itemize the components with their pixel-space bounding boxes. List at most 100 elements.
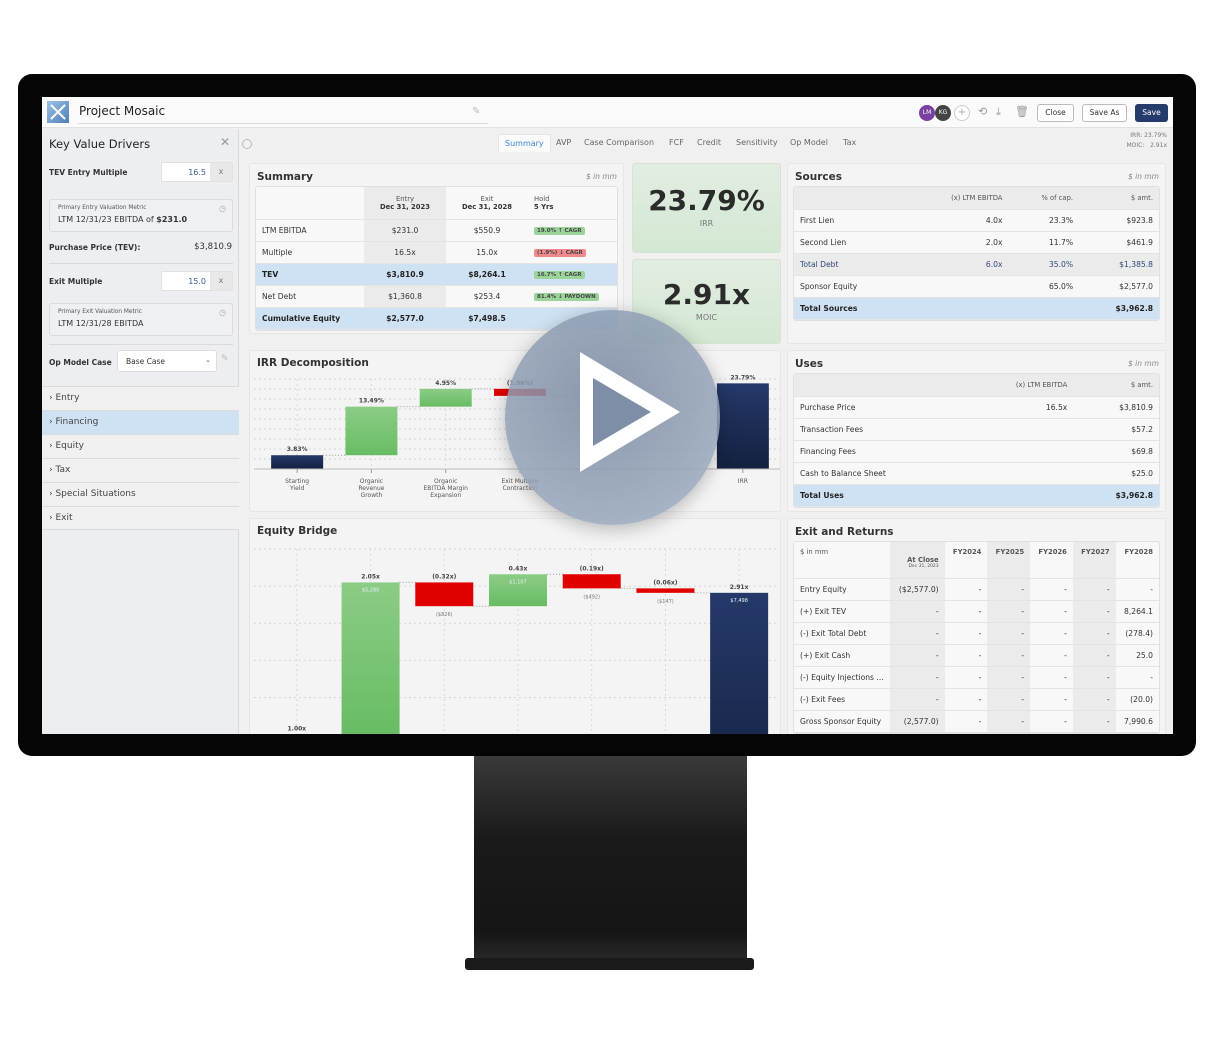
bar-label: 23.79% <box>730 374 755 381</box>
bar-label: (0.06x) <box>653 579 677 586</box>
column-header: (x) LTM EBITDA <box>963 374 1074 397</box>
tab-sensitivity[interactable]: Sensitivity <box>736 138 778 147</box>
cell-value: - <box>944 688 988 711</box>
exit-returns-row: (+) Exit Cash - - - - -25.0 <box>794 644 1159 667</box>
cell-value: - <box>1072 710 1116 733</box>
tev-entry-value[interactable]: 16.5 <box>188 168 206 177</box>
uses-row: Total Uses $3,962.8 <box>794 484 1159 507</box>
row-label: Multiple <box>256 241 364 264</box>
cell-value: - <box>1030 710 1073 733</box>
x-tick-label: Organic Revenue Growth <box>358 478 384 499</box>
tab-avp[interactable]: AVP <box>556 138 571 147</box>
section-exit[interactable]: › Exit <box>42 506 239 530</box>
history-icon[interactable]: ⟲ <box>978 105 987 118</box>
summary-title: Summary <box>257 171 314 183</box>
avatar-kg[interactable]: KG <box>935 105 951 121</box>
row-label: Second Lien <box>794 231 907 254</box>
add-user-icon[interactable]: + <box>954 105 970 121</box>
close-button[interactable]: Close <box>1037 104 1074 122</box>
cell-value: 25.0 <box>1115 644 1159 667</box>
save-button[interactable]: Save <box>1135 104 1168 122</box>
tab-case-comparison[interactable]: Case Comparison <box>584 138 654 147</box>
entry-value: $231.0 <box>364 219 446 242</box>
tab-tax[interactable]: Tax <box>843 138 856 147</box>
op-model-case-select[interactable]: Base Case ⌄ <box>117 350 217 372</box>
sources-unit: $ in mm <box>1128 172 1159 181</box>
section-equity[interactable]: › Equity <box>42 434 239 458</box>
download-icon[interactable]: ⤓ <box>996 105 1001 119</box>
cell-value: - <box>1030 688 1073 711</box>
x-tick-label: Starting Yield <box>285 478 309 492</box>
uses-unit: $ in mm <box>1128 359 1159 368</box>
row-label: (-) Exit Fees <box>794 688 890 711</box>
bar-label: 3.83% <box>287 446 308 453</box>
sources-header-row: (x) LTM EBITDA% of cap. $ amt. <box>794 187 1159 210</box>
edit-title-icon[interactable]: ✎ <box>472 106 480 117</box>
entry-metric-box[interactable]: Primary Entry Valuation Metric LTM 12/31… <box>49 199 233 232</box>
change-badge: (1.9%) ↓ CAGR <box>534 249 586 257</box>
exit-metric-box[interactable]: Primary Exit Valuation Metric LTM 12/31/… <box>49 303 233 336</box>
exit-multiple-input[interactable]: 15.0 x <box>161 271 233 291</box>
cell-value: 4.0x <box>906 209 1009 232</box>
clock-icon[interactable]: ◷ <box>219 204 226 213</box>
project-title[interactable]: Project Mosaic <box>79 104 165 118</box>
change-badge: 16.7% ↑ CAGR <box>534 271 585 279</box>
cell-value: - <box>1072 622 1116 645</box>
tab-op-model[interactable]: Op Model <box>790 138 828 147</box>
bar-sublabel: $5,280 <box>362 587 380 593</box>
row-label: Net Debt <box>256 285 364 308</box>
tev-entry-input[interactable]: 16.5 x <box>161 162 233 182</box>
exit-value: $550.9 <box>446 219 528 242</box>
sources-row: Second Lien 2.0x 11.7% $461.9 <box>794 231 1159 254</box>
exit-multiple-value[interactable]: 15.0 <box>188 277 206 286</box>
cell-value: $461.9 <box>1079 231 1159 254</box>
monitor-foot <box>465 958 754 970</box>
section-entry[interactable]: › Entry <box>42 386 239 410</box>
avatar-lm[interactable]: LM <box>919 105 935 121</box>
save-as-button[interactable]: Save As <box>1082 104 1127 122</box>
tab-summary[interactable]: Summary <box>498 134 551 152</box>
cell-value: - <box>1072 666 1116 689</box>
op-model-case-label: Op Model Case <box>49 358 112 367</box>
row-label: Gross Sponsor Equity <box>794 710 890 733</box>
sources-row: Total Sources $3,962.8 <box>794 297 1159 320</box>
summary-row: Multiple 16.5x 15.0x (1.9%) ↓ CAGR <box>256 241 617 264</box>
close-panel-icon[interactable]: ✕ <box>220 135 230 149</box>
tab-fcf[interactable]: FCF <box>669 138 684 147</box>
clear-tev-entry-button[interactable]: x <box>210 163 232 181</box>
settings-icon[interactable] <box>242 139 252 149</box>
bar-label: 2.91x <box>730 584 749 591</box>
hold-cell: (1.9%) ↓ CAGR <box>528 241 617 264</box>
cell-value <box>963 440 1074 463</box>
cell-value: - <box>944 644 988 667</box>
column-header: $ amt. <box>1073 374 1159 397</box>
cell-value: - <box>890 600 945 623</box>
cell-value: - <box>1115 666 1159 689</box>
sources-title: Sources <box>795 171 843 183</box>
clear-exit-multiple-button[interactable]: x <box>210 272 232 290</box>
bar-5 <box>562 574 621 589</box>
section-special-situations[interactable]: › Special Situations <box>42 482 239 506</box>
section-financing[interactable]: › Financing <box>42 410 239 434</box>
exit-returns-card: Exit and Returns $ in mm At Close Dec 31, … <box>787 518 1166 734</box>
entry-metric-caption: Primary Entry Valuation Metric <box>58 205 147 211</box>
sources-row: Sponsor Equity 65.0% $2,577.0 <box>794 275 1159 298</box>
trash-icon[interactable]: 🗑 <box>1015 105 1029 118</box>
bar-7 <box>716 383 769 469</box>
edit-case-icon[interactable]: ✎ <box>221 354 229 364</box>
row-label: Entry Equity <box>794 578 890 601</box>
cell-value: 11.7% <box>1008 231 1080 254</box>
tab-credit[interactable]: Credit <box>697 138 721 147</box>
key-value-drivers-panel: Key Value Drivers ✕ TEV Entry Multiple 1… <box>42 129 239 734</box>
header-metrics: IRR: 23.79% MOIC: 2.91x <box>1126 131 1167 151</box>
cell-value: $25.0 <box>1073 462 1159 485</box>
irr-value: 23.79% <box>648 184 765 217</box>
column-header: $ amt. <box>1079 187 1159 210</box>
entry-value: $2,577.0 <box>364 307 446 330</box>
cell-value: - <box>944 666 988 689</box>
row-label: Cumulative Equity <box>256 307 364 330</box>
section-tax[interactable]: › Tax <box>42 458 239 482</box>
clock-icon[interactable]: ◷ <box>219 308 226 317</box>
entry-metric-text: LTM 12/31/23 EBITDA of $231.0 <box>58 215 188 224</box>
cell-value: - <box>1030 666 1073 689</box>
